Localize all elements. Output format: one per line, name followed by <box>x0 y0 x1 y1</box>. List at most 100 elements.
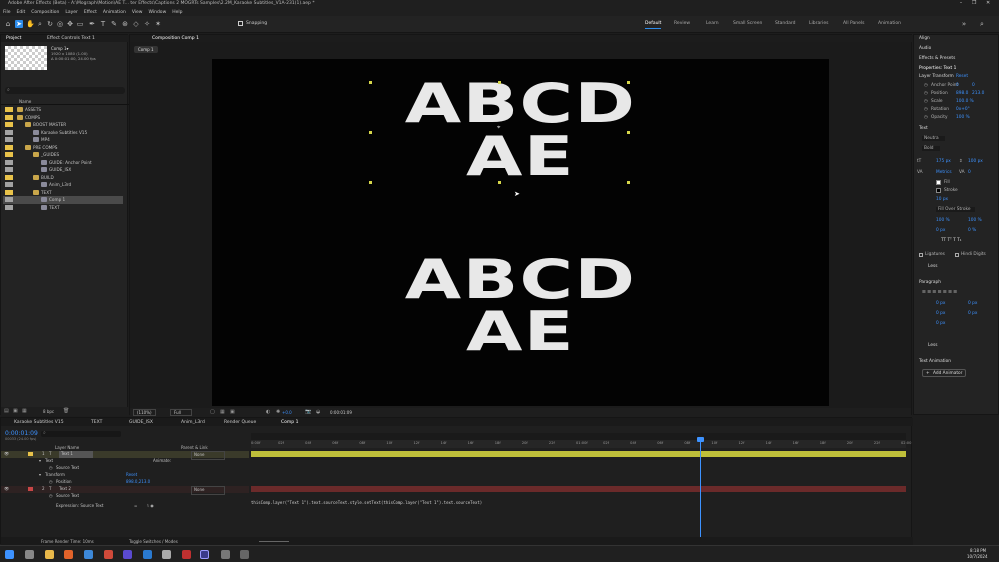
paragraph-less-button[interactable]: Less <box>928 343 937 348</box>
menu-effect[interactable]: Effect <box>84 10 97 15</box>
search-help-icon[interactable]: ⌕ <box>978 20 986 28</box>
work-area-bar[interactable] <box>251 433 906 440</box>
property-source-text[interactable]: ◷ Source Text <box>1 465 249 472</box>
kerning-value[interactable]: Metrics <box>936 170 952 175</box>
color-management-icon[interactable]: ◐ <box>266 409 270 415</box>
property-position[interactable]: ◷ Position 898.0,213.0 <box>1 479 249 486</box>
roto-tool-icon[interactable]: ✧ <box>143 20 151 28</box>
app-icon-4[interactable] <box>240 550 249 559</box>
exposure-value[interactable]: +0.0 <box>282 410 292 415</box>
workspace-standard[interactable]: Standard <box>775 21 795 26</box>
mask-visibility-icon[interactable]: ▣ <box>230 409 235 415</box>
taskbar-date[interactable]: 10/7/2024 <box>967 554 988 559</box>
first-line-indent-value[interactable]: 0 px <box>936 321 945 326</box>
font-family-dropdown[interactable]: Neutra <box>922 136 945 141</box>
paragraph-align-buttons[interactable]: ☰ ☰ ☰ ☰ ☰ ☰ ☰ <box>922 290 957 295</box>
clone-tool-icon[interactable]: ⊛ <box>121 20 129 28</box>
resolution-dropdown[interactable]: Full <box>170 409 192 416</box>
time-ruler[interactable]: 0:00f 02f 04f 06f 08f 10f 12f 14f 16f 18f 20f 22f 01… <box>251 440 911 448</box>
snapshot-icon[interactable]: 📷 <box>305 409 311 415</box>
firefox-icon[interactable] <box>64 550 73 559</box>
transform-value[interactable]: 0x+0° <box>956 107 970 112</box>
label-color[interactable] <box>5 144 13 150</box>
label-color[interactable] <box>5 114 13 120</box>
timeline-timecode[interactable]: 0:00:01:09 <box>5 430 38 437</box>
after-effects-icon[interactable] <box>200 550 209 559</box>
menu-layer[interactable]: Layer <box>65 10 78 15</box>
indent-right-value[interactable]: 0 px <box>968 301 977 306</box>
horizontal-scale-value[interactable]: 100 % <box>968 218 982 223</box>
workspace-animation[interactable]: Animation <box>878 21 901 26</box>
file-explorer-icon[interactable] <box>45 550 54 559</box>
menu-file[interactable]: File <box>3 10 11 15</box>
app-icon-2[interactable] <box>182 550 191 559</box>
playhead-handle[interactable] <box>697 437 704 442</box>
expression-editor[interactable]: thisComp.layer("Text 1").text.sourceText… <box>251 499 701 507</box>
stroke-width-value[interactable]: 10 px <box>936 197 948 202</box>
current-time[interactable]: 0:00:01:09 <box>330 410 352 415</box>
expression-enable-icon[interactable]: = <box>134 503 137 510</box>
layer-row-text-1[interactable]: 👁 1 T Text 1 None <box>1 451 249 460</box>
project-comp[interactable]: Comp 1 <box>3 196 123 204</box>
column-name[interactable]: Name <box>19 99 31 104</box>
menu-help[interactable]: Help <box>172 10 182 15</box>
shape-tool-icon[interactable]: ▭ <box>76 20 84 28</box>
layer-name-column[interactable]: Layer Name <box>55 445 79 450</box>
layer-label-color[interactable] <box>28 487 33 491</box>
indent-left-value[interactable]: 0 px <box>936 301 945 306</box>
puppet-tool-icon[interactable]: ✶ <box>154 20 162 28</box>
bbox-handle[interactable] <box>369 81 372 84</box>
transform-value[interactable]: 0 <box>956 83 959 88</box>
interpret-footage-icon[interactable]: ▤ <box>4 408 9 414</box>
label-color[interactable] <box>5 129 13 135</box>
premiere-icon[interactable] <box>123 550 132 559</box>
label-color[interactable] <box>5 204 13 210</box>
transform-value[interactable]: 100.0 % <box>956 99 974 104</box>
home-icon[interactable]: ⌂ <box>4 20 12 28</box>
region-of-interest-icon[interactable]: ▢ <box>210 409 215 415</box>
bbox-handle[interactable] <box>498 81 501 84</box>
font-style-dropdown[interactable]: Bold <box>922 146 940 151</box>
layer-name[interactable]: Text 1 <box>59 451 93 458</box>
workspace-all-panels[interactable]: All Panels <box>843 21 865 26</box>
stopwatch-icon[interactable]: ◷ <box>49 479 53 486</box>
hindi-digits-checkbox[interactable] <box>955 253 959 257</box>
label-color[interactable] <box>5 159 13 165</box>
chevron-down-icon[interactable]: ▾ <box>39 458 41 465</box>
trash-icon[interactable]: 🗑 <box>63 408 69 414</box>
text-style-buttons[interactable]: TT Tᵀ T T₁ <box>941 238 962 243</box>
timeline-tab-karaoke[interactable]: Karaoke Subtitles V15 <box>14 420 64 425</box>
anchor-point-icon[interactable]: ⌖ <box>497 124 500 132</box>
app-icon[interactable] <box>162 550 171 559</box>
workspace-libraries[interactable]: Libraries <box>809 21 828 26</box>
start-icon[interactable] <box>5 550 14 559</box>
camera-tool-icon[interactable]: ◎ <box>56 20 64 28</box>
pen-tool-icon[interactable]: ✒ <box>88 20 96 28</box>
track-bar-text-1[interactable] <box>251 451 906 457</box>
new-folder-icon[interactable]: ▣ <box>13 408 18 414</box>
add-animator-button[interactable]: + Add Animator <box>922 369 966 377</box>
layer-name[interactable]: Text 2 <box>59 486 71 493</box>
stopwatch-icon[interactable]: ◷ <box>49 465 53 472</box>
transform-value-2[interactable]: 0 <box>972 83 975 88</box>
expression-graph-icon[interactable]: ⌇ ◉ <box>147 503 154 510</box>
show-channel-icon[interactable]: ◒ <box>316 409 320 415</box>
stopwatch-icon[interactable]: ◷ <box>924 91 928 96</box>
timeline-tab-render-queue[interactable]: Render Queue <box>224 420 256 425</box>
stroke-mode-dropdown[interactable]: Fill Over Stroke <box>936 207 975 212</box>
magnification-dropdown[interactable]: (110%) <box>133 409 156 416</box>
audio-panel-tab[interactable]: Audio <box>919 46 931 51</box>
bbox-handle[interactable] <box>627 131 630 134</box>
chrome-icon[interactable] <box>84 550 93 559</box>
stopwatch-icon[interactable]: ◷ <box>924 107 928 112</box>
transform-value-2[interactable]: 213.0 <box>972 91 984 96</box>
bbox-handle[interactable] <box>369 131 372 134</box>
composition-viewer[interactable]: ABCD AE ABCD AE ⌖ ➤ <box>212 59 829 406</box>
minimize-button[interactable]: – <box>960 0 963 8</box>
leading-value[interactable]: 100 px <box>968 159 983 164</box>
align-panel-tab[interactable]: Align <box>919 36 930 41</box>
workspace-learn[interactable]: Learn <box>706 21 719 26</box>
pan-behind-tool-icon[interactable]: ✥ <box>66 20 74 28</box>
effects-presets-tab[interactable]: Effects & Presets <box>919 56 955 61</box>
visibility-eye-icon[interactable]: 👁 <box>4 486 9 493</box>
